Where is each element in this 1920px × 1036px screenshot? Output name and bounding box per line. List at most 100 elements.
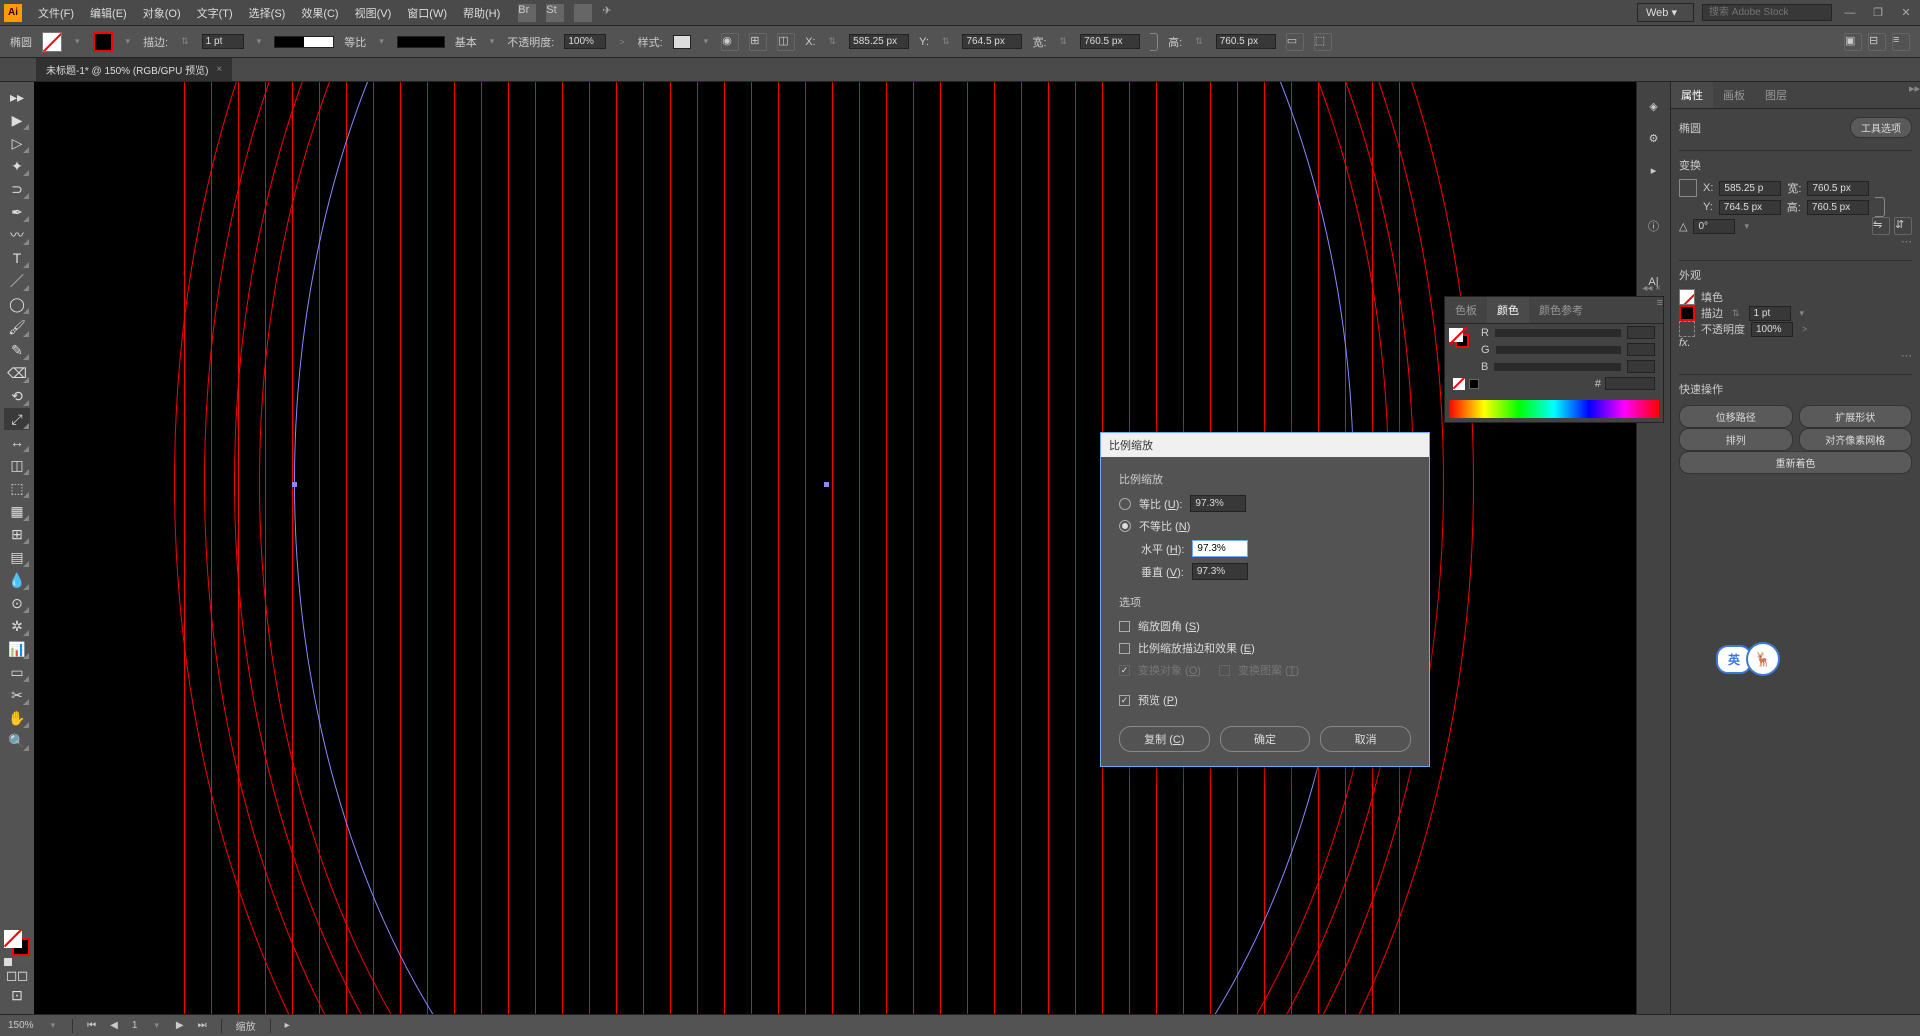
magic-wand-tool[interactable]: ✦ — [4, 155, 30, 177]
cancel-button[interactable]: 取消 — [1320, 726, 1411, 752]
prop-opacity-input[interactable] — [1751, 322, 1793, 337]
gear-icon[interactable]: ⚙ — [1644, 128, 1664, 148]
lasso-tool[interactable]: ⊃ — [4, 178, 30, 200]
draw-normal-icon[interactable]: ◻ — [7, 968, 17, 982]
prop-rotation-input[interactable] — [1693, 219, 1735, 234]
tab-artboards[interactable]: 画板 — [1713, 82, 1755, 108]
shaper-tool[interactable]: ✎ — [4, 339, 30, 361]
g-slider[interactable] — [1496, 346, 1621, 354]
artboard-last-icon[interactable]: ⏭ — [198, 1020, 207, 1031]
vertical-input[interactable] — [1192, 563, 1248, 580]
ok-button[interactable]: 确定 — [1220, 726, 1311, 752]
window-close-icon[interactable]: ✕ — [1896, 6, 1916, 20]
arrange-docs-icon[interactable] — [574, 4, 592, 22]
selection-handle[interactable] — [292, 482, 297, 487]
fill-color-icon[interactable] — [4, 930, 22, 948]
gradient-tool[interactable]: ▤ — [4, 546, 30, 568]
ime-badge[interactable]: 英 🦌 — [1716, 642, 1780, 676]
fill-dropdown-icon[interactable]: ▾ — [72, 36, 83, 47]
flip-v-icon[interactable]: ⇵ — [1894, 217, 1912, 235]
tab-color-guide[interactable]: 颜色参考 — [1529, 297, 1593, 323]
draw-behind-icon[interactable]: ◻ — [18, 968, 28, 982]
reference-point-icon[interactable] — [1679, 179, 1697, 197]
workspace-dropdown[interactable]: Web ▾ — [1637, 3, 1694, 22]
tab-swatches[interactable]: 色板 — [1445, 297, 1487, 323]
collapse-icon[interactable]: ▸▸ — [4, 86, 30, 108]
color-panel-swatch[interactable] — [1449, 328, 1469, 348]
rotate-tool[interactable]: ⟲ — [4, 385, 30, 407]
panel-collapse-icon[interactable]: ▸▸ — [1909, 82, 1920, 108]
tool-options-button[interactable]: 工具选项 — [1850, 117, 1912, 138]
menu-select[interactable]: 选择(S) — [241, 1, 294, 25]
eraser-tool[interactable]: ⌫ — [4, 362, 30, 384]
play-icon[interactable]: ▸ — [1644, 160, 1664, 180]
document-tab[interactable]: 未标题-1* @ 150% (RGB/GPU 预览) × — [36, 57, 232, 81]
menu-view[interactable]: 视图(V) — [347, 1, 400, 25]
search-stock-input[interactable] — [1702, 4, 1832, 21]
color-spectrum[interactable] — [1449, 400, 1659, 418]
prop-opacity-icon[interactable] — [1679, 321, 1695, 337]
close-tab-icon[interactable]: × — [216, 64, 222, 75]
artboard-number[interactable]: 1 — [132, 1020, 138, 1031]
stroke-dropdown-icon[interactable]: ▾ — [123, 36, 134, 47]
arrange-button[interactable]: 排列 — [1679, 428, 1793, 451]
b-input[interactable] — [1627, 360, 1655, 373]
preferences-icon[interactable]: ⊟ — [1868, 33, 1886, 51]
hex-input[interactable] — [1605, 377, 1655, 390]
menu-edit[interactable]: 编辑(E) — [82, 1, 135, 25]
r-input[interactable] — [1627, 326, 1655, 339]
height-input[interactable] — [1216, 34, 1276, 49]
menu-effect[interactable]: 效果(C) — [293, 1, 346, 25]
color-mode-normal[interactable] — [4, 958, 12, 966]
horizontal-input[interactable] — [1192, 540, 1248, 557]
shape-props-icon[interactable]: ▭ — [1286, 33, 1304, 51]
blend-tool[interactable]: ⊙ — [4, 592, 30, 614]
brush-preview[interactable] — [397, 36, 445, 48]
x-input[interactable] — [849, 34, 909, 49]
scale-tool[interactable]: ⤢ — [4, 408, 30, 430]
none-icon[interactable] — [1453, 378, 1465, 390]
prop-x-input[interactable] — [1719, 181, 1781, 196]
tab-layers[interactable]: 图层 — [1755, 82, 1797, 108]
stroke-profile[interactable] — [274, 36, 334, 48]
style-swatch[interactable] — [673, 35, 691, 49]
tab-color[interactable]: 颜色 — [1487, 297, 1529, 323]
free-transform-tool[interactable]: ◫ — [4, 454, 30, 476]
y-input[interactable] — [962, 34, 1022, 49]
uniform-radio[interactable] — [1119, 498, 1131, 510]
stock-icon[interactable]: St — [546, 4, 564, 22]
graph-tool[interactable]: 📊 — [4, 638, 30, 660]
prop-y-input[interactable] — [1719, 200, 1781, 215]
g-input[interactable] — [1627, 343, 1655, 356]
paintbrush-tool[interactable]: 🖌 — [4, 316, 30, 338]
status-menu-icon[interactable]: ▸ — [285, 1020, 290, 1031]
eyedropper-tool[interactable]: 💧 — [4, 569, 30, 591]
scale-corners-checkbox[interactable] — [1119, 621, 1130, 632]
black-icon[interactable] — [1469, 379, 1479, 389]
color-mode-none[interactable] — [22, 958, 30, 966]
scale-strokes-checkbox[interactable] — [1119, 643, 1130, 654]
menu-help[interactable]: 帮助(H) — [455, 1, 508, 25]
transform-icon[interactable]: ⬚ — [1314, 33, 1332, 51]
window-restore-icon[interactable]: ❐ — [1868, 6, 1888, 20]
nonuniform-radio[interactable] — [1119, 520, 1131, 532]
width-input[interactable] — [1080, 34, 1140, 49]
bridge-icon[interactable]: Br — [518, 4, 536, 22]
mesh-tool[interactable]: ⊞ — [4, 523, 30, 545]
ellipse-tool[interactable]: ◯ — [4, 293, 30, 315]
tab-properties[interactable]: 属性 — [1671, 82, 1713, 108]
panel-menu-icon[interactable]: ≡ — [1892, 33, 1910, 51]
link-dimensions-icon[interactable] — [1875, 197, 1885, 217]
transform-more-icon[interactable]: ⋯ — [1679, 235, 1912, 248]
slice-tool[interactable]: ✂ — [4, 684, 30, 706]
menu-file[interactable]: 文件(F) — [30, 1, 82, 25]
color-panel-menu-icon[interactable]: ≡ — [1657, 297, 1663, 323]
prop-w-input[interactable] — [1807, 181, 1869, 196]
line-tool[interactable]: ／ — [4, 270, 30, 292]
fill-swatch[interactable] — [42, 32, 62, 52]
prop-stroke-swatch[interactable] — [1679, 305, 1695, 321]
copy-button[interactable]: 复制 (C) — [1119, 726, 1210, 752]
direct-selection-tool[interactable]: ▷ — [4, 132, 30, 154]
color-mode-gradient[interactable] — [13, 958, 21, 966]
flip-h-icon[interactable]: ⇋ — [1872, 217, 1890, 235]
